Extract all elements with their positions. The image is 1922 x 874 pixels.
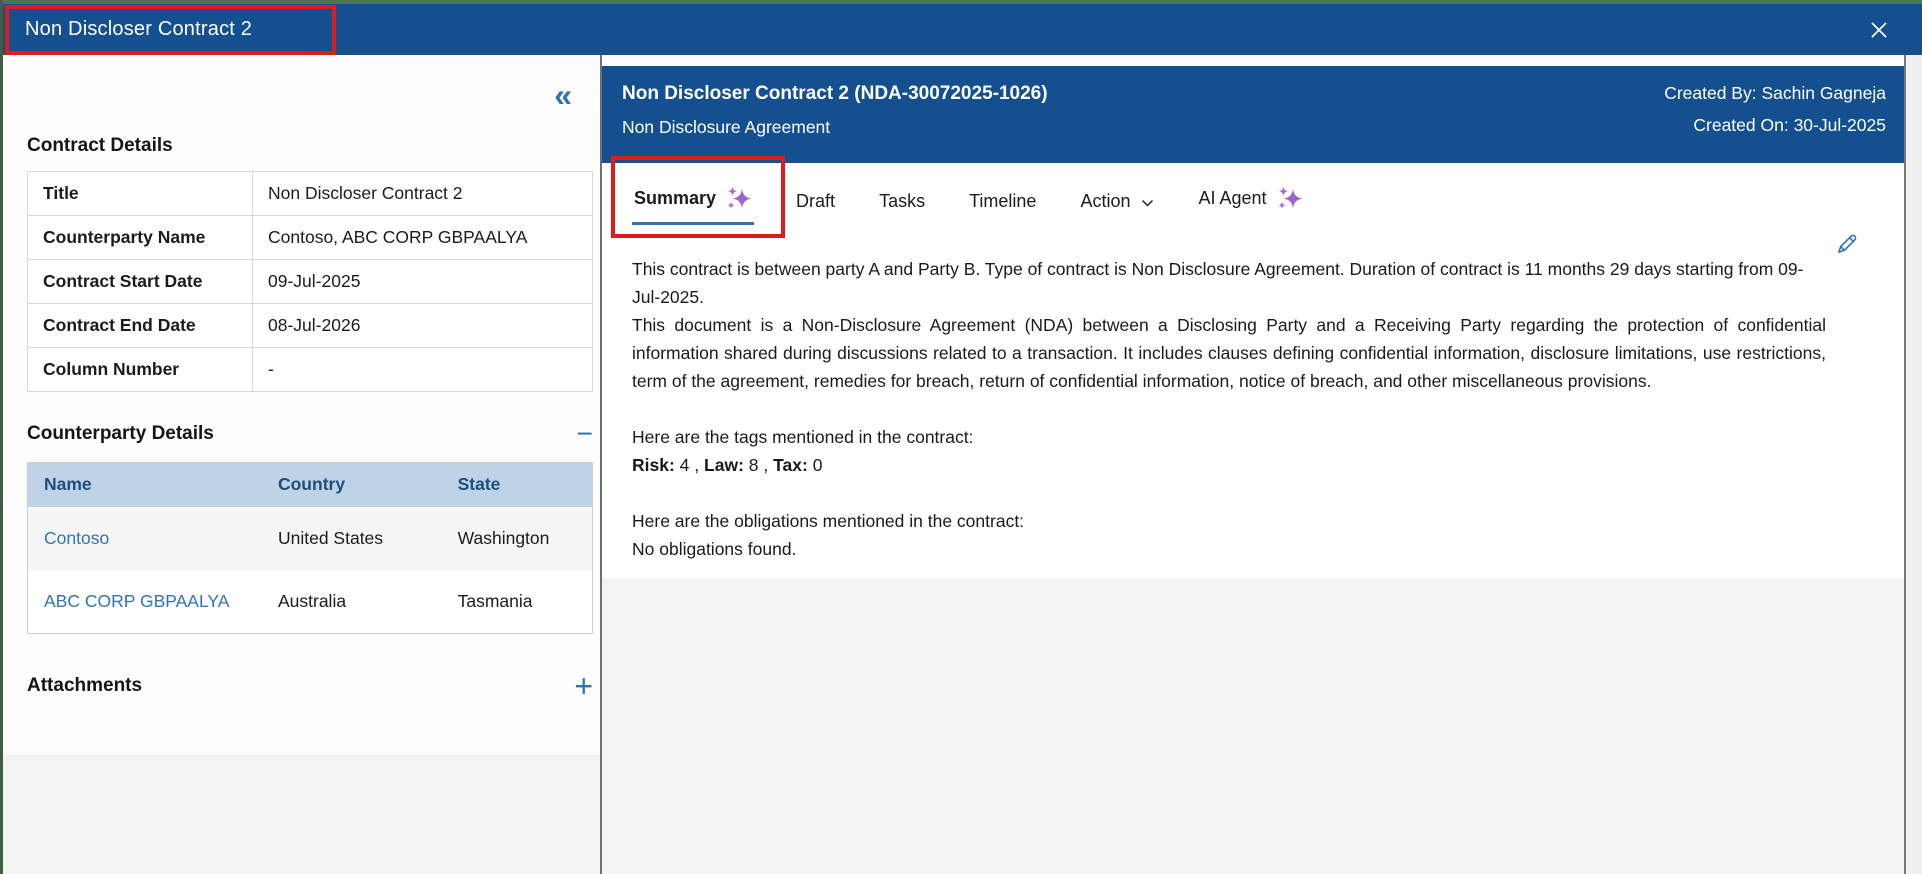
close-button[interactable] <box>1862 13 1896 47</box>
contract-details-heading: Contract Details <box>27 135 173 156</box>
contract-window: Non Discloser Contract 2 « Contract Deta… <box>0 0 1922 874</box>
tag-label: Law: <box>704 455 744 475</box>
table-row: Column Number - <box>27 347 593 392</box>
attachments-heading: Attachments <box>27 675 143 696</box>
table-row: Counterparty Name Contoso, ABC CORP GBPA… <box>27 215 593 260</box>
tab-ai-agent[interactable]: AI Agent <box>1196 185 1304 225</box>
counterparty-link[interactable]: Contoso <box>44 528 109 548</box>
tab-timeline[interactable]: Timeline <box>967 191 1038 225</box>
contract-header: Non Discloser Contract 2 (NDA-30072025-1… <box>602 66 1904 163</box>
left-panel-footer-area <box>3 755 600 874</box>
collapse-icon: « <box>554 77 572 113</box>
table-row: Contract Start Date 09-Jul-2025 <box>27 259 593 304</box>
tags-line: Risk: 4 , Law: 8 , Tax: 0 <box>632 451 1826 479</box>
contract-details-table: Title Non Discloser Contract 2 Counterpa… <box>27 171 593 392</box>
column-header-country: Country <box>261 462 442 507</box>
created-on: Created On: 30-Jul-2025 <box>1693 115 1886 135</box>
tab-draft-label: Draft <box>796 191 836 211</box>
detail-value: 09-Jul-2025 <box>252 259 593 304</box>
contract-type: Non Disclosure Agreement <box>622 116 831 137</box>
close-icon <box>1871 21 1887 38</box>
detail-value: 08-Jul-2026 <box>252 303 593 348</box>
tag-separator: , <box>763 455 769 475</box>
summary-content: This contract is between party A and Par… <box>602 229 1904 563</box>
pencil-icon <box>1838 234 1857 253</box>
tab-draft[interactable]: Draft <box>794 191 837 225</box>
tab-ai-agent-label: AI Agent <box>1198 188 1267 208</box>
add-attachment-button[interactable]: + <box>574 670 593 702</box>
detail-value: Non Discloser Contract 2 <box>252 171 593 216</box>
summary-paragraph: This document is a Non-Disclosure Agreem… <box>632 315 1826 391</box>
counterparty-details-heading: Counterparty Details <box>27 423 214 444</box>
sparkle-icon <box>727 186 752 209</box>
counterparty-header-row: Name Country State <box>27 462 593 507</box>
counterparty-state: Tasmania <box>457 591 533 611</box>
titlebar: Non Discloser Contract 2 <box>3 4 1922 55</box>
contract-summary-panel: Non Discloser Contract 2 (NDA-30072025-1… <box>602 55 1906 874</box>
attachments-header-row: Attachments + <box>27 670 593 702</box>
contract-header-right: Created By: Sachin Gagneja Created On: 3… <box>1664 83 1886 163</box>
collapse-counterparty-button[interactable]: − <box>577 420 593 448</box>
collapse-panel-button[interactable]: « <box>554 79 572 111</box>
obligations-text: No obligations found. <box>632 539 797 559</box>
tag-value: 4 <box>679 455 690 475</box>
table-row: Title Non Discloser Contract 2 <box>27 171 593 216</box>
window-title: Non Discloser Contract 2 <box>25 18 253 40</box>
detail-label: Column Number <box>27 347 253 392</box>
contract-details-panel: « Contract Details Title Non Discloser C… <box>3 55 602 874</box>
column-header-name: Name <box>27 462 262 507</box>
tab-bar: Summary Draft Tasks Timeline Action AI A… <box>602 163 1904 229</box>
counterparty-table: Name Country State Contoso United States… <box>27 462 593 634</box>
detail-label: Counterparty Name <box>27 215 253 260</box>
detail-label: Title <box>27 171 253 216</box>
contract-header-left: Non Discloser Contract 2 (NDA-30072025-1… <box>622 83 1048 163</box>
sparkle-icon <box>1277 186 1303 209</box>
summary-paragraph: This contract is between party A and Par… <box>632 259 1804 307</box>
tab-action-label: Action <box>1080 191 1131 211</box>
detail-label: Contract Start Date <box>27 259 253 304</box>
obligations-intro: Here are the obligations mentioned in th… <box>632 511 1025 531</box>
counterparty-link[interactable]: ABC CORP GBPAALYA <box>44 591 229 611</box>
tag-value: 0 <box>812 455 823 475</box>
right-panel-footer-area <box>602 578 1904 874</box>
tab-tasks-label: Tasks <box>879 191 926 211</box>
tab-summary-label: Summary <box>634 188 717 208</box>
tab-tasks[interactable]: Tasks <box>877 191 927 225</box>
plus-icon: + <box>574 668 593 704</box>
tag-value: 8 <box>748 455 759 475</box>
contract-title: Non Discloser Contract 2 (NDA-30072025-1… <box>622 83 1048 104</box>
chevron-down-icon <box>1142 199 1154 206</box>
edit-summary-button[interactable] <box>1834 231 1860 260</box>
counterparty-country: Australia <box>277 591 347 611</box>
created-by: Created By: Sachin Gagneja <box>1664 83 1886 103</box>
tag-label: Tax: <box>773 455 808 475</box>
minus-icon: − <box>576 418 593 449</box>
tag-separator: , <box>694 455 700 475</box>
tab-action[interactable]: Action <box>1078 191 1156 225</box>
tab-timeline-label: Timeline <box>969 191 1037 211</box>
tab-summary[interactable]: Summary <box>632 185 755 225</box>
detail-label: Contract End Date <box>27 303 253 348</box>
column-header-state: State <box>441 462 593 507</box>
detail-value: - <box>252 347 593 392</box>
counterparty-country: United States <box>261 506 442 570</box>
table-row: Contract End Date 08-Jul-2026 <box>27 303 593 348</box>
table-row: Contoso United States Washington <box>27 506 593 570</box>
tags-intro: Here are the tags mentioned in the contr… <box>632 427 974 447</box>
table-row: ABC CORP GBPAALYA Australia Tasmania <box>28 570 593 634</box>
tag-label: Risk: <box>632 455 675 475</box>
counterparty-details-header-row: Counterparty Details − <box>27 420 593 448</box>
detail-value: Contoso, ABC CORP GBPAALYA <box>252 215 593 260</box>
counterparty-state: Washington <box>441 506 593 570</box>
